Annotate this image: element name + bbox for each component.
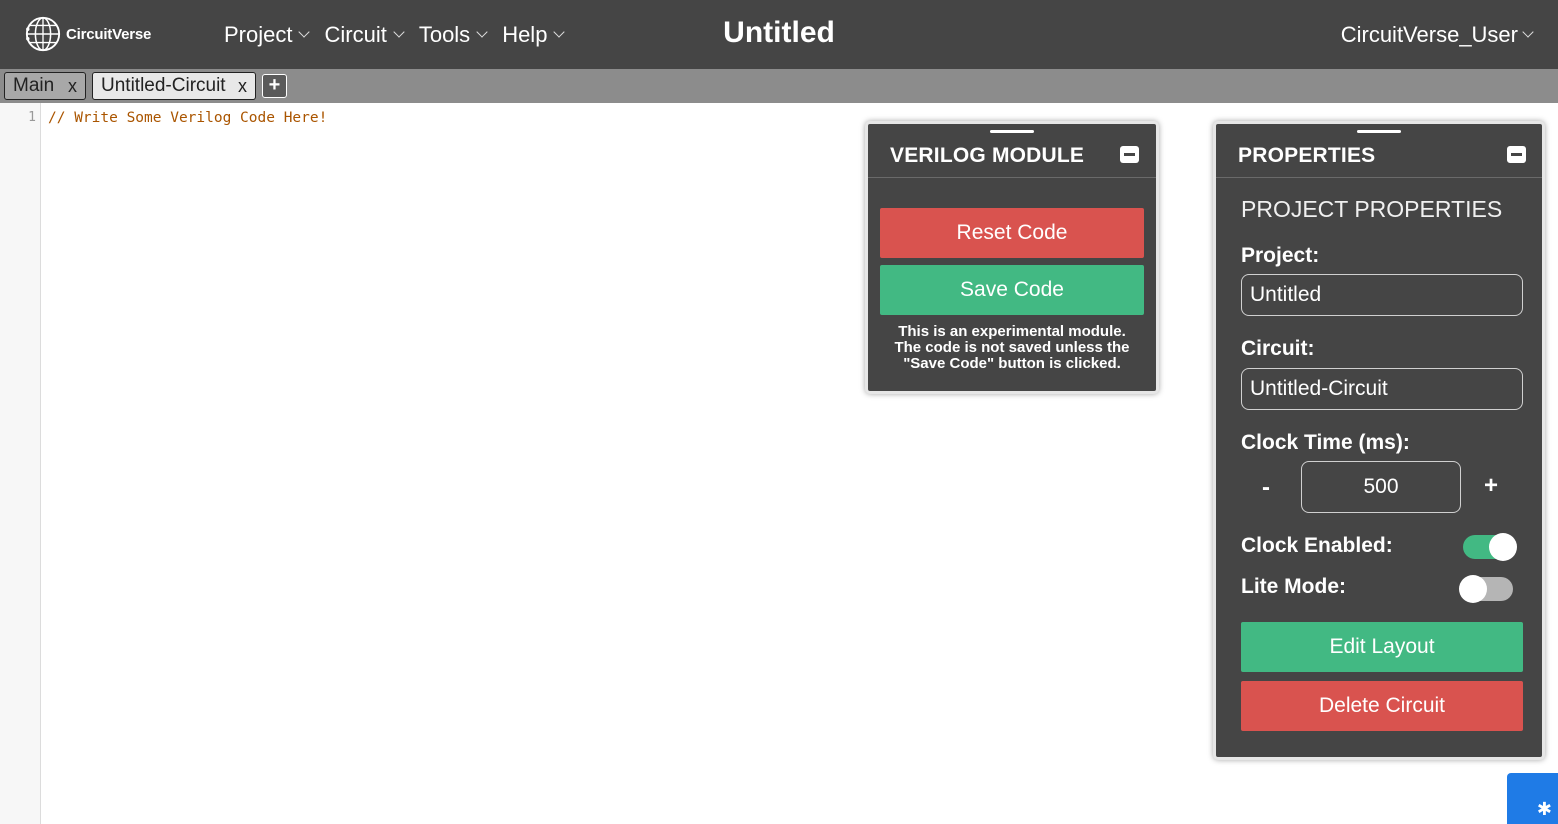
project-label: Project: (1241, 244, 1320, 267)
clock-enabled-toggle[interactable] (1463, 533, 1517, 561)
save-code-button[interactable]: Save Code (880, 265, 1144, 315)
menu-circuit[interactable]: Circuit (324, 22, 405, 48)
chevron-down-icon (553, 26, 566, 38)
verilog-module-panel: VERILOG MODULE Reset Code Save Code This… (865, 121, 1159, 394)
panel-header: VERILOG MODULE (868, 124, 1156, 178)
clock-enabled-label: Clock Enabled: (1241, 534, 1393, 557)
toggle-knob (1489, 533, 1517, 561)
project-name-input[interactable]: Untitled (1241, 274, 1523, 316)
panel-header: PROPERTIES (1216, 124, 1542, 178)
clock-increment-button[interactable]: + (1484, 472, 1498, 500)
experimental-note: This is an experimental module. The code… (876, 324, 1148, 372)
logo-text: CircuitVerse (66, 25, 152, 43)
add-tab-button[interactable]: + (262, 74, 287, 98)
menu-tools[interactable]: Tools (418, 22, 488, 48)
delete-circuit-button[interactable]: Delete Circuit (1241, 681, 1523, 731)
lite-mode-toggle[interactable] (1459, 575, 1513, 603)
project-title[interactable]: Untitled (723, 16, 835, 49)
note-line: "Save Code" button is clicked. (903, 355, 1121, 372)
tab-main[interactable]: Main x (4, 72, 86, 100)
menu-project-label: Project (224, 22, 293, 47)
user-menu[interactable]: CircuitVerse_User (1340, 22, 1534, 48)
project-properties-heading: PROJECT PROPERTIES (1241, 196, 1503, 222)
circuit-name-input[interactable]: Untitled-Circuit (1241, 368, 1523, 410)
code-editor-line[interactable]: // Write Some Verilog Code Here! (48, 110, 327, 126)
clock-time-label: Clock Time (ms): (1241, 431, 1410, 454)
tab-label: Main (13, 75, 55, 96)
panel-title: PROPERTIES (1238, 144, 1376, 167)
clock-time-input[interactable]: 500 (1301, 461, 1461, 513)
minimize-icon[interactable] (1507, 146, 1526, 163)
menu-project[interactable]: Project (224, 22, 311, 48)
user-name: CircuitVerse_User (1340, 22, 1518, 47)
tab-label: Untitled-Circuit (101, 75, 226, 96)
tab-untitled-circuit[interactable]: Untitled-Circuit x (92, 72, 256, 100)
menu-circuit-label: Circuit (324, 22, 387, 47)
bug-icon: ✱ (1536, 799, 1552, 819)
navbar: CircuitVerse Project Circuit Tools Help … (0, 0, 1558, 69)
minimize-icon[interactable] (1120, 146, 1139, 163)
clock-decrement-button[interactable]: - (1262, 474, 1270, 502)
menu-tools-label: Tools (418, 22, 471, 47)
line-number: 1 (28, 110, 36, 125)
circuit-label: Circuit: (1241, 337, 1315, 360)
close-icon[interactable]: x (68, 76, 77, 97)
editor-gutter (0, 103, 41, 824)
properties-panel: PROPERTIES PROJECT PROPERTIES Project: U… (1213, 121, 1545, 760)
note-line: The code is not saved unless the (894, 339, 1130, 356)
panel-title: VERILOG MODULE (890, 144, 1085, 167)
logo[interactable]: CircuitVerse (24, 14, 151, 54)
reset-code-button[interactable]: Reset Code (880, 208, 1144, 258)
report-bug-button[interactable]: ✱ (1507, 773, 1558, 824)
chevron-down-icon (1522, 26, 1534, 38)
chevron-down-icon (476, 26, 488, 38)
menu-help[interactable]: Help (502, 22, 566, 48)
toggle-knob (1459, 575, 1487, 603)
note-line: This is an experimental module. (898, 323, 1126, 340)
circuit-tabs-bar: Main x Untitled-Circuit x + (0, 69, 1558, 103)
circuitverse-globe-icon (25, 16, 61, 52)
menu-help-label: Help (502, 22, 548, 47)
close-icon[interactable]: x (238, 76, 247, 97)
chevron-down-icon (393, 26, 405, 38)
main-menu: Project Circuit Tools Help (224, 22, 579, 48)
chevron-down-icon (298, 26, 311, 38)
lite-mode-label: Lite Mode: (1241, 575, 1346, 598)
edit-layout-button[interactable]: Edit Layout (1241, 622, 1523, 672)
